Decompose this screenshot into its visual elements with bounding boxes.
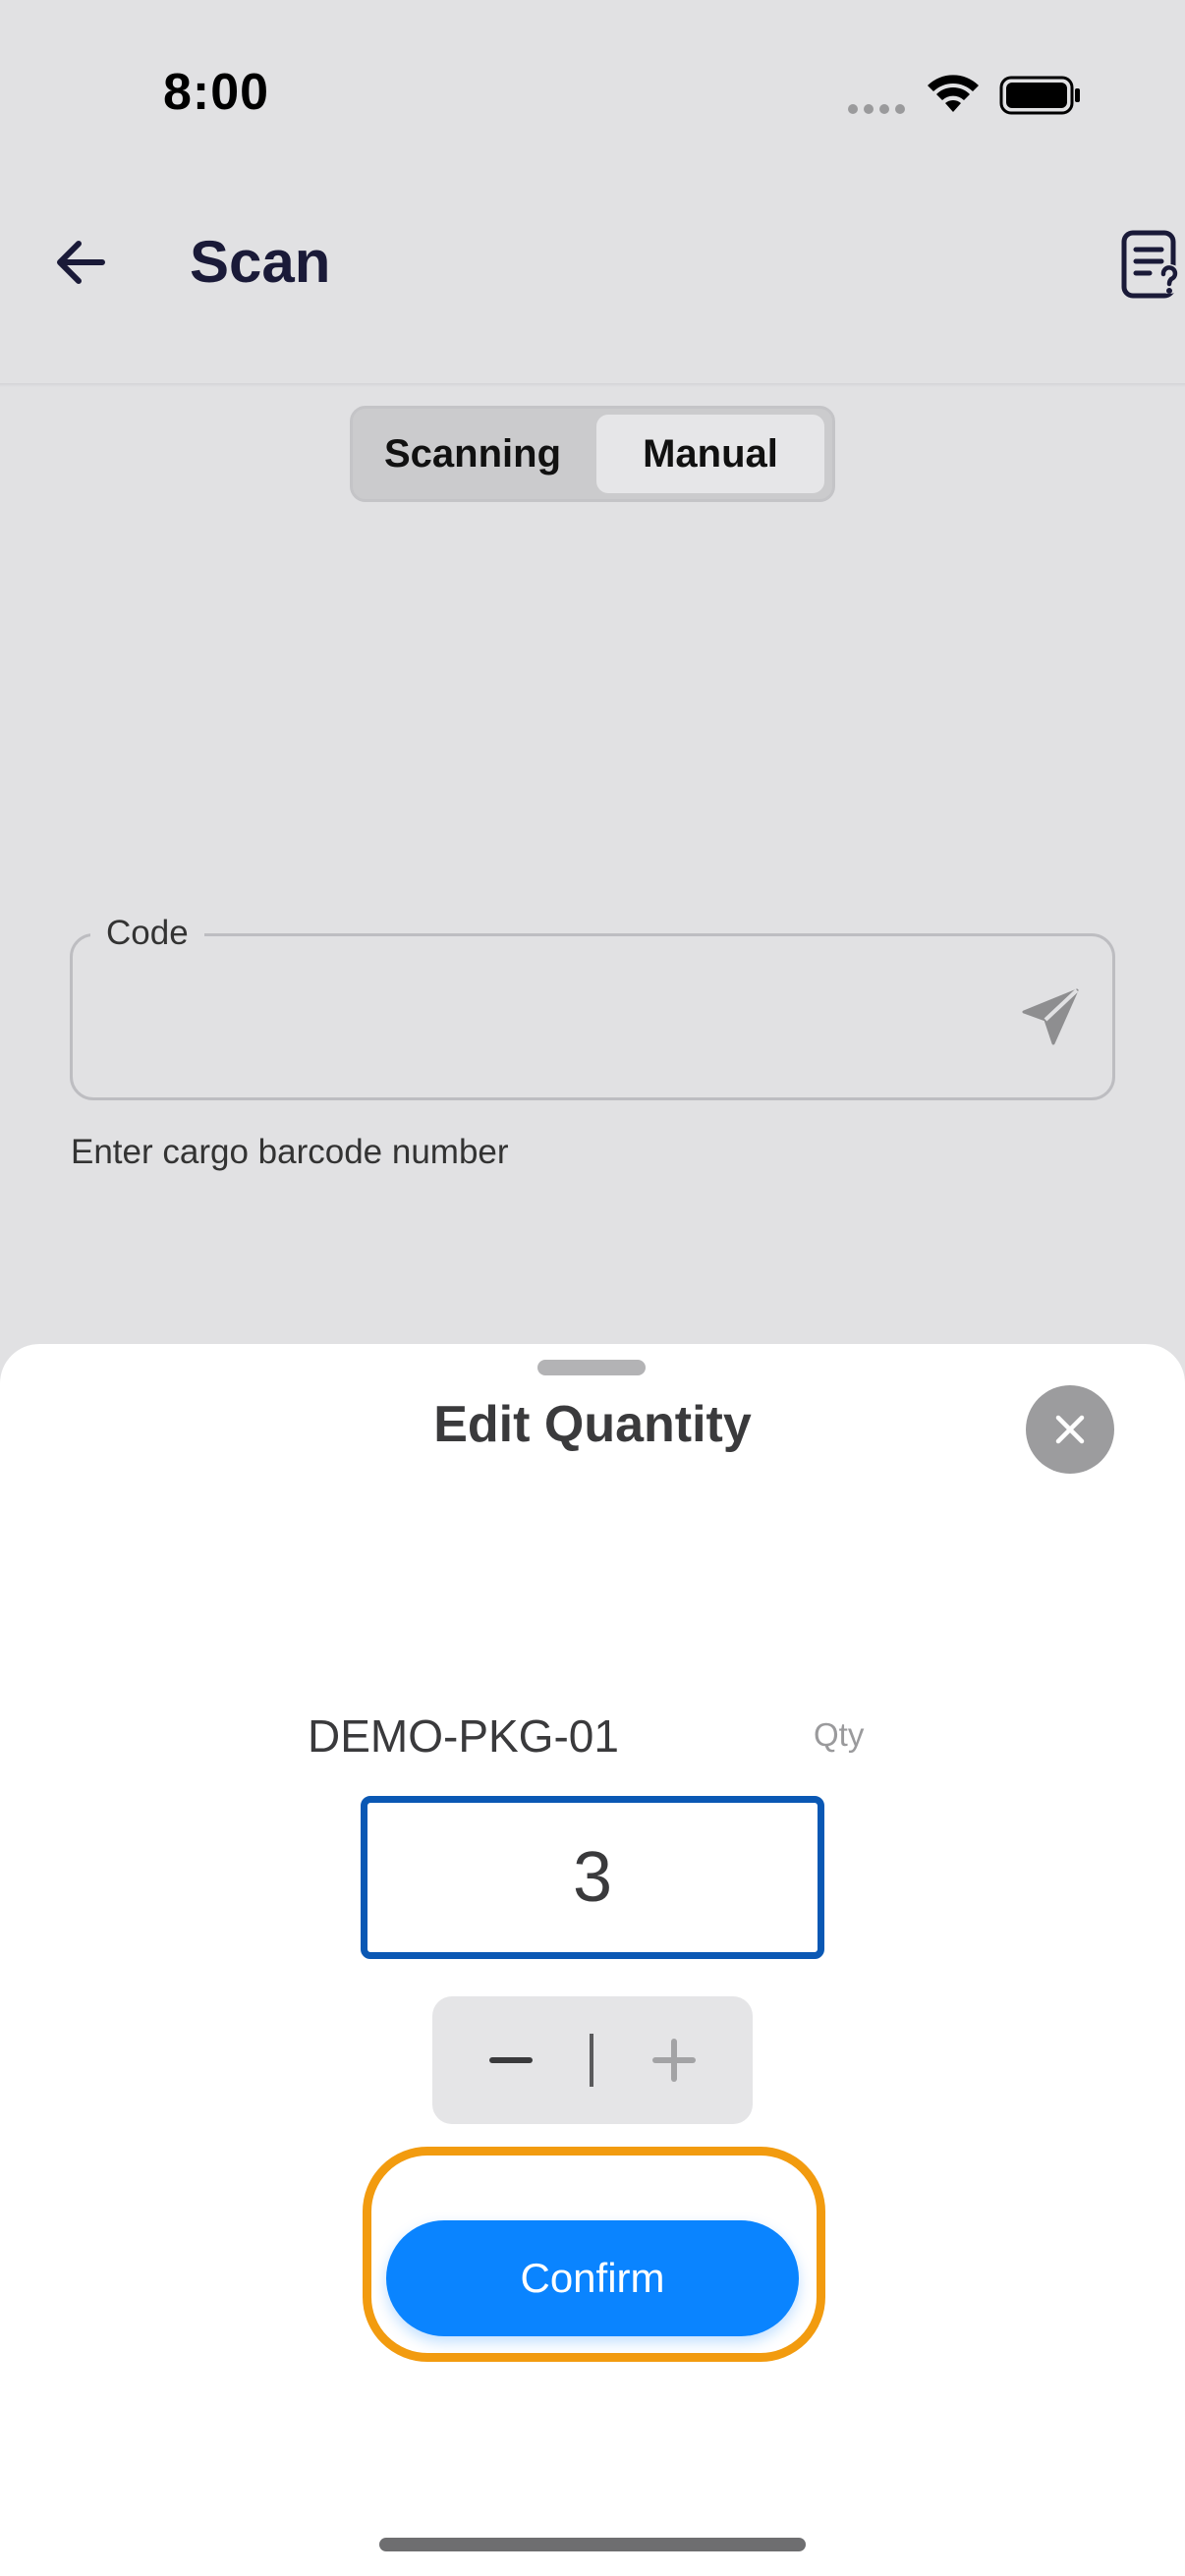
status-time: 8:00 (163, 64, 270, 121)
cellular-signal-icon (848, 104, 905, 114)
code-helper-text: Enter cargo barcode number (71, 1133, 509, 1171)
increment-button[interactable] (595, 1996, 753, 2124)
minus-icon (489, 2057, 533, 2063)
status-bar: 8:00 (0, 0, 1185, 187)
edit-quantity-sheet (0, 1344, 1185, 2576)
code-field-label: Code (90, 914, 204, 953)
home-indicator (379, 2538, 806, 2551)
code-input[interactable] (98, 973, 963, 1061)
segment-scanning[interactable]: Scanning (359, 415, 587, 493)
arrow-left-icon[interactable] (51, 233, 110, 292)
screen: 8:00 Scan Scanning Manual Code Enter car… (0, 0, 1185, 2576)
qty-label: Qty (814, 1716, 865, 1753)
decrement-button[interactable] (432, 1996, 590, 2124)
item-code: DEMO-PKG-01 (308, 1710, 619, 1762)
confirm-button[interactable]: Confirm (386, 2220, 799, 2336)
sheet-grabber[interactable] (537, 1360, 646, 1375)
wifi-icon (928, 75, 979, 112)
send-icon[interactable] (1018, 984, 1083, 1049)
app-header (0, 187, 1185, 383)
quantity-input[interactable]: 3 (361, 1796, 824, 1959)
close-icon (1055, 1415, 1085, 1444)
quantity-stepper (432, 1996, 753, 2124)
sheet-title: Edit Quantity (433, 1396, 752, 1453)
plus-icon (652, 2039, 696, 2082)
segment-manual[interactable]: Manual (596, 415, 824, 493)
header-divider (0, 383, 1185, 387)
page-title: Scan (190, 229, 331, 295)
battery-icon (999, 76, 1080, 115)
stepper-divider (590, 2034, 593, 2087)
close-button[interactable] (1026, 1385, 1114, 1474)
mode-segmented-control: Scanning Manual (350, 406, 835, 502)
document-question-icon[interactable] (1120, 228, 1185, 303)
